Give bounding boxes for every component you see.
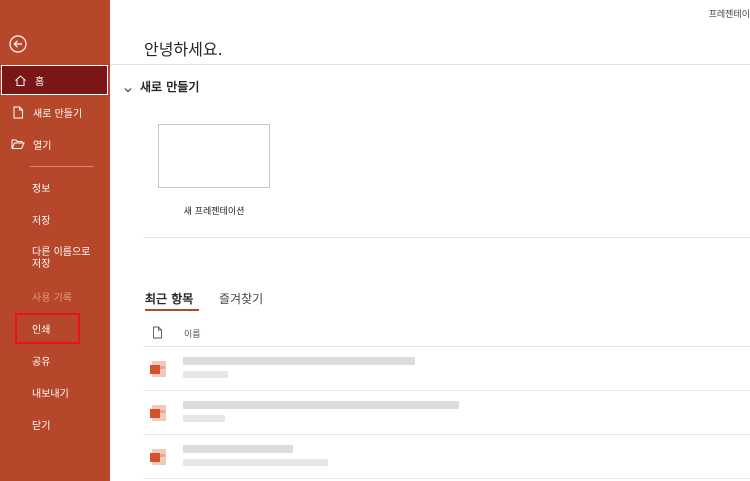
- sidebar-divider: [30, 166, 94, 167]
- file-type-icon: [152, 326, 164, 340]
- sidebar-item-home[interactable]: 홈: [1, 65, 108, 95]
- home-icon: [13, 73, 27, 87]
- column-name-label: 이름: [184, 329, 201, 340]
- sidebar-item-label: 닫기: [32, 420, 51, 432]
- powerpoint-file-icon: [149, 359, 169, 379]
- sidebar-item-export[interactable]: 내보내기: [0, 377, 110, 407]
- sidebar-item-label: 저장: [32, 215, 51, 227]
- sidebar-item-label: 열기: [33, 140, 52, 152]
- tab-recent[interactable]: 최근 항목: [145, 290, 193, 307]
- blank-presentation-thumbnail[interactable]: [158, 124, 270, 188]
- sidebar-item-label: 공유: [32, 356, 51, 368]
- app-title: 프레젠테이: [708, 10, 750, 20]
- row-divider: [143, 478, 750, 479]
- open-folder-icon: [11, 137, 25, 151]
- recent-file-row[interactable]: [143, 435, 750, 479]
- file-path-redacted: [183, 415, 225, 422]
- template-label: 새 프레젠테이션: [183, 207, 245, 217]
- powerpoint-file-icon: [149, 403, 169, 423]
- file-name-redacted: [183, 401, 459, 409]
- sidebar-item-label: 내보내기: [32, 388, 69, 400]
- page-title: 안녕하세요.: [144, 40, 223, 59]
- sidebar-item-label: 다른 이름으로 저장: [32, 247, 91, 270]
- sidebar-item-history: 사용 기록: [0, 281, 110, 311]
- sidebar-item-print[interactable]: 인쇄: [0, 313, 110, 343]
- tab-pinned[interactable]: 즐겨찾기: [219, 290, 263, 307]
- back-arrow-icon[interactable]: [8, 34, 28, 54]
- recent-file-row[interactable]: [143, 347, 750, 391]
- file-path-redacted: [183, 459, 328, 466]
- sidebar-item-save[interactable]: 저장: [0, 204, 110, 234]
- new-section-toggle[interactable]: 새로 만들기: [122, 78, 199, 95]
- sidebar-item-share[interactable]: 공유: [0, 345, 110, 375]
- new-document-icon: [11, 105, 25, 119]
- active-tab-indicator: [145, 309, 199, 311]
- sidebar-item-new[interactable]: 새로 만들기: [0, 97, 110, 127]
- file-name-redacted: [183, 357, 415, 365]
- file-path-redacted: [183, 371, 228, 378]
- backstage-sidebar: 홈 새로 만들기 열기 정보 저장 다른 이름으로 저장 사용 기록 인쇄 공유…: [0, 0, 110, 481]
- recent-file-row[interactable]: [143, 391, 750, 435]
- sidebar-item-close[interactable]: 닫기: [0, 409, 110, 439]
- chevron-down-icon: [122, 81, 134, 93]
- sidebar-item-info[interactable]: 정보: [0, 172, 110, 202]
- sidebar-item-label: 홈: [35, 76, 45, 88]
- section-divider: [143, 237, 750, 238]
- sidebar-item-label: 정보: [32, 183, 51, 195]
- file-name-redacted: [183, 445, 293, 453]
- header-divider: [110, 64, 750, 65]
- section-title: 새로 만들기: [140, 80, 200, 94]
- sidebar-item-label: 사용 기록: [32, 292, 72, 304]
- powerpoint-file-icon: [149, 447, 169, 467]
- file-list-header: 이름: [152, 326, 201, 340]
- sidebar-item-label: 인쇄: [32, 324, 51, 336]
- sidebar-item-label: 새로 만들기: [33, 108, 83, 120]
- sidebar-item-open[interactable]: 열기: [0, 129, 110, 159]
- sidebar-item-save-as[interactable]: 다른 이름으로 저장: [0, 242, 110, 276]
